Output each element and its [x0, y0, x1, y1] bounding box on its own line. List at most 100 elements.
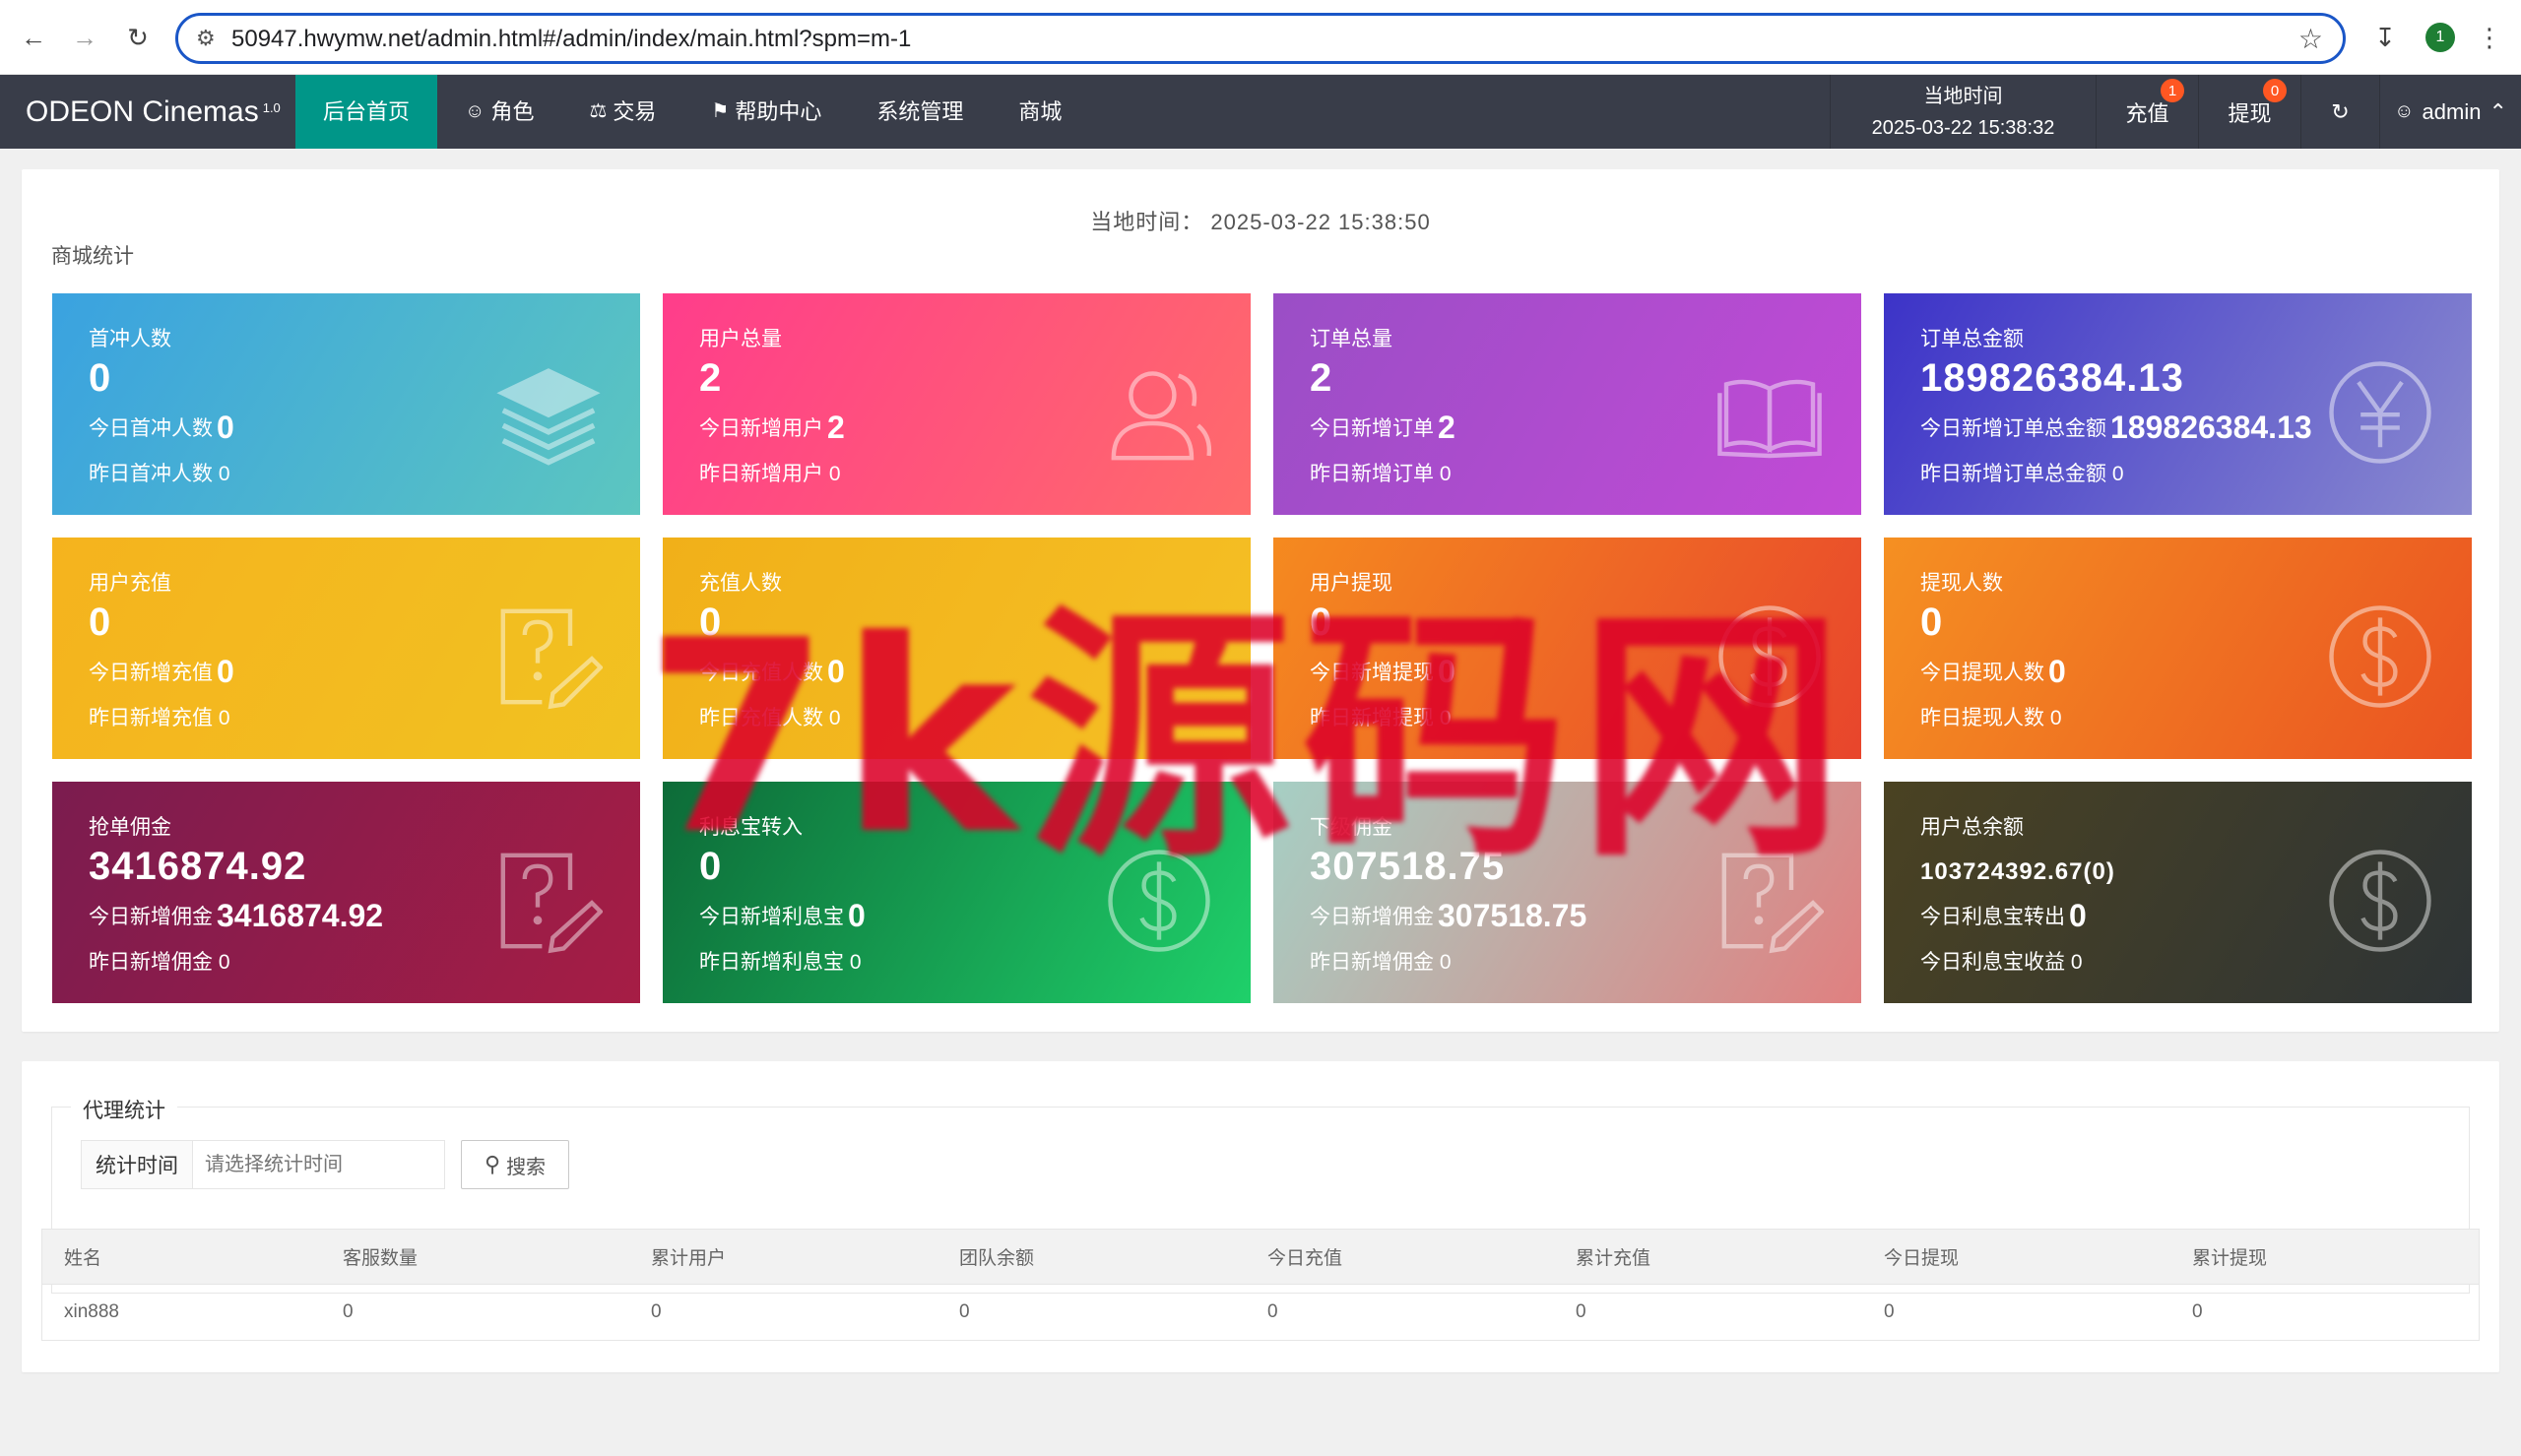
- card-yesterday: 昨日新增提现 0: [1310, 707, 1452, 729]
- column-header: 累计充值: [1576, 1248, 1651, 1269]
- card-yesterday: 昨日新增佣金 0: [1310, 951, 1452, 974]
- card-yesterday: 昨日首冲人数 0: [89, 463, 230, 485]
- column-header: 客服数量: [343, 1248, 419, 1269]
- filter-label: 统计时间: [81, 1140, 193, 1189]
- flag-icon: ⚑: [711, 100, 730, 122]
- today-label: 今日新增佣金: [1310, 906, 1434, 928]
- card-yesterday: 昨日提现人数 0: [1920, 707, 2062, 729]
- table-cell: 0: [343, 1301, 354, 1322]
- recharge-badge: 1: [2161, 79, 2184, 102]
- refresh-button[interactable]: ↻: [2300, 75, 2379, 149]
- book-icon: [1717, 379, 1822, 459]
- card-today: 今日新增利息宝 0: [699, 898, 866, 934]
- column-header: 今日提现: [1884, 1248, 1960, 1269]
- card-today: 今日新增佣金 307518.75: [1310, 898, 1586, 934]
- card-today: 今日新增佣金 3416874.92: [89, 898, 383, 934]
- table-cell: xin888: [64, 1301, 119, 1322]
- card-title: 订单总金额: [1920, 328, 2024, 350]
- search-button[interactable]: ⚲ 搜索: [461, 1140, 569, 1189]
- clock-label: 当地时间: [1923, 85, 2003, 107]
- column-header: 今日充值: [1267, 1248, 1343, 1269]
- forward-icon[interactable]: →: [65, 18, 104, 57]
- today-value: 0: [848, 898, 866, 933]
- scale-icon: ⚖: [589, 100, 608, 122]
- card-today: 今日提现人数 0: [1920, 654, 2066, 690]
- menu-item-home[interactable]: 后台首页: [295, 75, 438, 149]
- menu-item-trade[interactable]: ⚖ 交易: [561, 75, 683, 149]
- stats-cards: 首冲人数 0 今日首冲人数 0 昨日首冲人数 0 用户总量 2 今日新增用户 2 昨…: [52, 293, 2472, 1006]
- profile-letter: 1: [2425, 23, 2455, 52]
- menu-item-role[interactable]: ☺ 角色: [437, 75, 561, 149]
- today-label: 今日充值人数: [699, 662, 823, 684]
- yen-icon: [2329, 361, 2431, 464]
- menu-item-help[interactable]: ⚑ 帮助中心: [683, 75, 849, 149]
- today-value: 0: [2048, 654, 2066, 689]
- profile-avatar[interactable]: 1: [2421, 18, 2460, 57]
- withdraw-badge: 0: [2263, 79, 2287, 102]
- app-logo: ODEON Cinemas 1.0: [26, 75, 281, 149]
- card-yesterday: 昨日新增订单 0: [1310, 463, 1452, 485]
- menu-item-system[interactable]: 系统管理: [849, 75, 991, 149]
- card-yesterday: 昨日新增充值 0: [89, 707, 230, 729]
- card-today: 今日充值人数 0: [699, 654, 845, 690]
- question-edit-icon: [1721, 853, 1824, 954]
- menu-label: 角色: [490, 99, 535, 124]
- today-value: 0: [827, 654, 845, 689]
- menu-label: 交易: [613, 99, 657, 124]
- card-title: 下级佣金: [1310, 816, 1392, 839]
- card-value: 2: [699, 356, 723, 400]
- recharge-button[interactable]: 充值 1: [2096, 75, 2198, 149]
- card-value: 3416874.92: [89, 845, 307, 888]
- today-label: 今日新增订单总金额: [1920, 417, 2106, 440]
- stat-time-input[interactable]: [193, 1140, 445, 1189]
- stat-card-sub-commission: 下级佣金 307518.75 今日新增佣金 307518.75 昨日新增佣金 0: [1273, 782, 1861, 1003]
- agent-stats-panel: 代理统计 统计时间 ⚲ 搜索 姓名 客服数量 累计用户 团队余额 今日充值 累计…: [22, 1061, 2499, 1372]
- top-menu: 后台首页 ☺ 角色 ⚖ 交易 ⚑ 帮助中心 系统管理 商城: [295, 75, 1089, 149]
- withdraw-button[interactable]: 提现 0: [2198, 75, 2300, 149]
- browser-menu-icon[interactable]: ⋮: [2470, 18, 2509, 57]
- stat-card-user-recharge: 用户充值 0 今日新增充值 0 昨日新增充值 0: [52, 538, 640, 759]
- user-menu[interactable]: ☺ admin ⌃: [2379, 75, 2521, 149]
- bookmark-star-icon[interactable]: ☆: [2298, 23, 2323, 55]
- address-bar[interactable]: ⚙ 50947.hwymw.net/admin.html#/admin/inde…: [175, 13, 2346, 64]
- menu-item-mall[interactable]: 商城: [991, 75, 1089, 149]
- stat-card-withdraw-count: 提现人数 0 今日提现人数 0 昨日提现人数 0: [1884, 538, 2472, 759]
- table-cell: 0: [1576, 1301, 1586, 1322]
- column-header: 姓名: [64, 1248, 102, 1269]
- person-icon: ☺: [2394, 100, 2415, 122]
- today-label: 今日新增用户: [699, 417, 823, 440]
- browser-toolbar: ← → ↻ ⚙ 50947.hwymw.net/admin.html#/admi…: [0, 0, 2521, 75]
- card-yesterday: 昨日新增利息宝 0: [699, 951, 862, 974]
- today-label: 今日提现人数: [1920, 662, 2044, 684]
- question-edit-icon: [500, 853, 603, 954]
- site-info-icon[interactable]: ⚙: [196, 26, 216, 51]
- card-value: 2: [1310, 356, 1333, 400]
- app-header: ODEON Cinemas 1.0 后台首页 ☺ 角色 ⚖ 交易 ⚑ 帮助中心 系统管理…: [0, 75, 2521, 149]
- card-yesterday: 昨日新增佣金 0: [89, 951, 230, 974]
- user-name: admin: [2422, 98, 2482, 124]
- person-icon: ☺: [465, 100, 485, 122]
- withdraw-label: 提现: [2228, 100, 2272, 126]
- reload-icon[interactable]: ↻: [118, 18, 158, 57]
- mall-stats-panel: 当地时间： 2025-03-22 15:38:50 商城统计 首冲人数 0 今日…: [22, 169, 2499, 1032]
- question-edit-icon: [500, 608, 603, 710]
- url-text[interactable]: 50947.hwymw.net/admin.html#/admin/index/…: [231, 26, 911, 53]
- card-title: 用户总量: [699, 328, 782, 350]
- table-cell: 0: [1884, 1301, 1895, 1322]
- section-title: 商城统计: [51, 245, 134, 268]
- today-label: 今日新增订单: [1310, 417, 1434, 440]
- card-value: 0: [699, 845, 723, 888]
- card-today: 今日利息宝转出 0: [1920, 898, 2087, 934]
- card-value: 307518.75: [1310, 845, 1506, 888]
- time-filter: 统计时间: [81, 1140, 445, 1189]
- back-icon[interactable]: ←: [14, 18, 53, 57]
- card-title: 用户充值: [89, 572, 171, 595]
- card-yesterday: 昨日充值人数 0: [699, 707, 841, 729]
- table-cell: 0: [959, 1301, 970, 1322]
- dollar-icon: [1108, 850, 1210, 952]
- download-icon[interactable]: ↧: [2365, 18, 2405, 57]
- header-clock: 当地时间 2025-03-22 15:38:32: [1830, 75, 2096, 149]
- column-header: 团队余额: [959, 1248, 1035, 1269]
- today-label: 今日首冲人数: [89, 417, 213, 440]
- stat-card-order-amount: 订单总金额 189826384.13 今日新增订单总金额 189826384.13…: [1884, 293, 2472, 515]
